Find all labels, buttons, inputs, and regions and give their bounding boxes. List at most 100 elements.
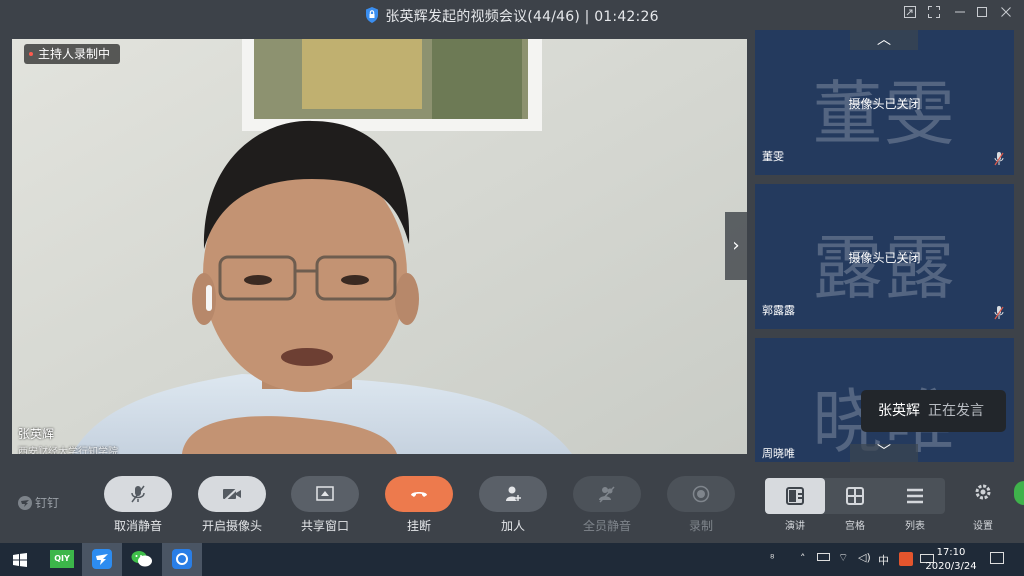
- speaking-status: 正在发言: [928, 403, 984, 419]
- chevron-right-icon: ›: [732, 235, 740, 256]
- camera-off-icon: [223, 486, 241, 502]
- add-person-pill[interactable]: [479, 476, 547, 512]
- brand-label: 钉钉: [35, 496, 60, 510]
- dingtalk-icon: [18, 496, 32, 510]
- windows-logo-icon: [13, 553, 27, 567]
- picture-in-picture-icon[interactable]: [902, 6, 918, 22]
- mute-all-pill[interactable]: [573, 476, 641, 512]
- speaker-view-icon: [786, 487, 804, 505]
- taskbar-wechat[interactable]: [122, 543, 162, 576]
- ime-indicator[interactable]: 中: [878, 552, 889, 568]
- settings-button[interactable]: [968, 483, 998, 505]
- speaker-name-label: 张英辉: [18, 427, 55, 441]
- camera-status: 摄像头已关闭: [848, 251, 921, 265]
- unmute-pill[interactable]: [104, 476, 172, 512]
- meeting-window: 张英辉发起的视频会议(44/46) | 01:42:26 主持人录制中 张英辉 …: [0, 0, 1024, 576]
- mute-all-label: 全员静音: [582, 519, 631, 533]
- camera-pill[interactable]: [198, 476, 266, 512]
- title-bar: 张英辉发起的视频会议(44/46) | 01:42:26: [0, 0, 1024, 30]
- record-icon: [692, 485, 710, 503]
- taskbar-dingtalk[interactable]: [82, 543, 122, 576]
- grid-view-label: 宫格: [845, 521, 865, 532]
- speaker-view-label: 演讲: [785, 521, 805, 532]
- close-icon[interactable]: [998, 6, 1014, 22]
- maximize-icon[interactable]: [974, 6, 990, 22]
- windows-taskbar: QIY ⁸ ˄ ⌔ ◁) 中 17:10 2020/3/24: [0, 543, 1024, 576]
- participant-name: 周晓唯: [762, 447, 795, 460]
- unmute-label: 取消静音: [113, 519, 162, 533]
- chevron-down-icon: ﹀: [877, 444, 891, 460]
- share-window-icon: [316, 486, 334, 501]
- iqiyi-icon: QIY: [50, 550, 74, 568]
- start-button[interactable]: [0, 543, 40, 576]
- camera-button[interactable]: 开启摄像头: [198, 476, 266, 534]
- camera-label: 开启摄像头: [201, 519, 262, 533]
- camera-status: 摄像头已关闭: [848, 97, 921, 111]
- window-title: 张英辉发起的视频会议(44/46) | 01:42:26: [385, 9, 659, 25]
- share-pill[interactable]: [291, 476, 359, 512]
- unmute-button[interactable]: 取消静音: [104, 476, 172, 534]
- participant-name: 郭露露: [762, 304, 795, 317]
- meeting-toolbar: 钉钉 取消静音 开启摄像头 共享窗口 挂断 加人 全员静音 录制 演讲 宫格 列…: [0, 463, 1024, 543]
- fullscreen-icon[interactable]: [926, 6, 942, 22]
- participant-name: 董雯: [762, 150, 784, 163]
- people-icon[interactable]: ⁸: [770, 552, 774, 565]
- clock-time: 17:10: [936, 547, 966, 558]
- mic-muted-icon: [131, 485, 145, 503]
- add-person-icon: [506, 486, 521, 501]
- list-view-icon: [907, 488, 923, 504]
- wifi-icon[interactable]: ⌔: [838, 551, 848, 565]
- next-page-arrow[interactable]: ›: [725, 212, 747, 280]
- dingtalk-logo: 钉钉: [18, 494, 59, 511]
- mic-muted-icon: [994, 306, 1004, 320]
- dingtalk-icon: [92, 549, 112, 569]
- record-label: 录制: [688, 519, 713, 533]
- participant-tile[interactable]: 董雯 摄像头已关闭 董雯: [755, 30, 1014, 175]
- add-person-label: 加人: [500, 519, 525, 533]
- battery-icon[interactable]: [817, 553, 830, 561]
- speaking-toast: 张英辉 正在发言: [861, 390, 1006, 432]
- chevron-up-icon: ︿: [877, 32, 891, 48]
- minimize-icon[interactable]: [952, 6, 968, 22]
- main-speaker-video[interactable]: 主持人录制中 张英辉 西安财经大学行知学院: [12, 39, 747, 454]
- grid-view-button[interactable]: [825, 478, 885, 514]
- hang-up-label: 挂断: [406, 519, 431, 533]
- speaker-subtitle: 西安财经大学行知学院: [18, 447, 118, 454]
- hang-up-pill[interactable]: [385, 476, 453, 512]
- meeting-app-icon: [172, 549, 192, 569]
- hang-up-button[interactable]: 挂断: [385, 476, 453, 534]
- gear-icon: [975, 484, 991, 500]
- grid-view-icon: [846, 487, 864, 505]
- mic-muted-icon: [994, 152, 1004, 166]
- volume-icon[interactable]: ◁): [858, 551, 871, 564]
- share-window-button[interactable]: 共享窗口: [291, 476, 359, 534]
- participant-tile[interactable]: 露露 摄像头已关闭 郭露露: [755, 184, 1014, 329]
- list-view-button[interactable]: [885, 478, 945, 514]
- taskbar-clock[interactable]: 17:10 2020/3/24: [923, 546, 979, 574]
- share-label: 共享窗口: [300, 519, 349, 533]
- record-button[interactable]: 录制: [667, 476, 735, 534]
- scroll-up-button[interactable]: ︿: [850, 30, 918, 50]
- speaker-video-frame: [12, 39, 747, 454]
- add-person-button[interactable]: 加人: [479, 476, 547, 534]
- record-pill[interactable]: [667, 476, 735, 512]
- taskbar-meeting[interactable]: [162, 543, 202, 576]
- clock-date: 2020/3/24: [925, 561, 977, 572]
- recording-badge: 主持人录制中: [24, 44, 121, 64]
- taskbar-iqiyi[interactable]: QIY: [42, 543, 82, 576]
- tray-overflow-icon[interactable]: ˄: [800, 552, 806, 565]
- mute-all-button[interactable]: 全员静音: [573, 476, 641, 534]
- wechat-icon: [131, 551, 152, 567]
- side-floating-badge[interactable]: [1014, 481, 1024, 505]
- shield-lock-icon: [366, 7, 379, 23]
- sogou-icon[interactable]: [899, 552, 913, 566]
- window-title-row: 张英辉发起的视频会议(44/46) | 01:42:26: [0, 6, 1024, 26]
- speaker-view-button[interactable]: [765, 478, 825, 514]
- settings-label: 设置: [973, 521, 993, 532]
- hang-up-icon: [411, 492, 427, 497]
- mute-all-icon: [599, 486, 615, 503]
- view-mode-switcher: [765, 478, 945, 514]
- speaking-name: 张英辉: [878, 403, 920, 419]
- notification-icon[interactable]: [990, 552, 1004, 564]
- scroll-down-button[interactable]: ﹀: [850, 444, 918, 462]
